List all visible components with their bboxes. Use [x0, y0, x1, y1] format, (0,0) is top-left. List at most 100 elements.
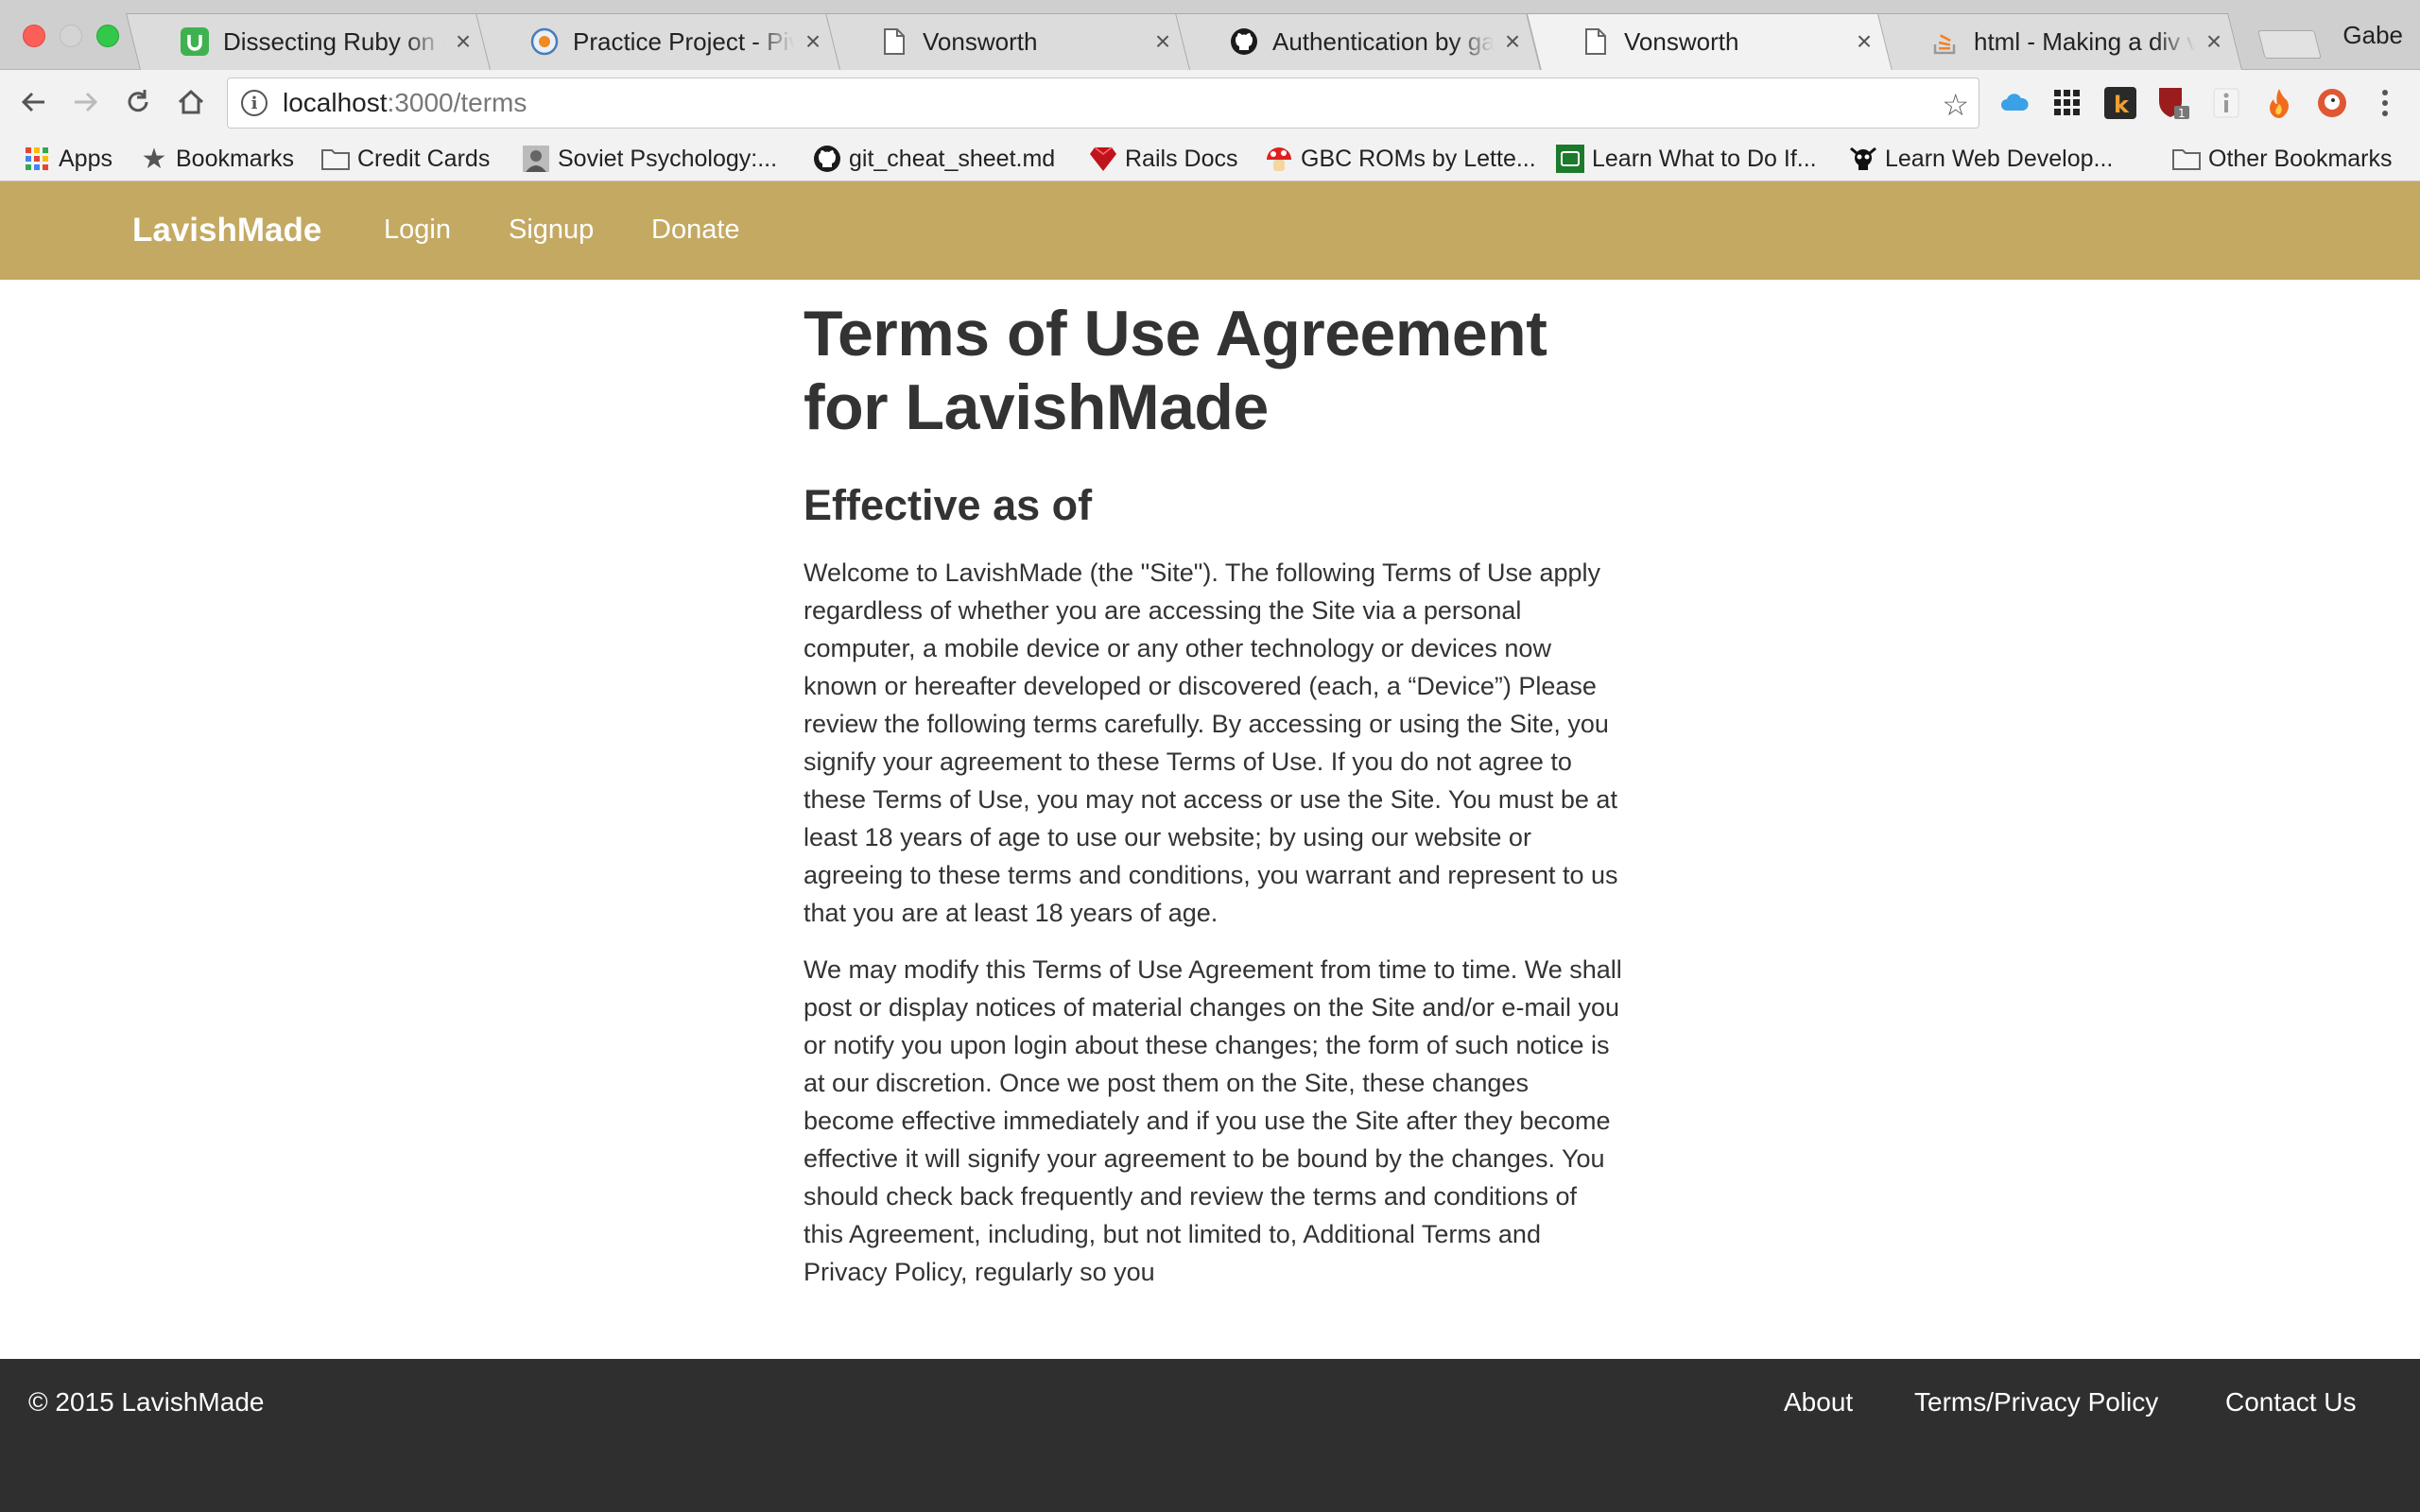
pivotal-icon — [529, 26, 560, 57]
new-tab-button[interactable] — [2257, 30, 2322, 59]
site-footer: © 2015 LavishMade About Terms/Privacy Po… — [0, 1359, 2420, 1512]
green-tile-icon — [1556, 145, 1584, 173]
github-icon — [1229, 26, 1259, 57]
shield-extension-icon[interactable]: 1 — [2155, 85, 2191, 121]
apps-grid-icon — [23, 145, 51, 173]
footer-about-link[interactable]: About — [1784, 1387, 1853, 1418]
nav-signup-link[interactable]: Signup — [509, 215, 594, 246]
tab-vonsworth[interactable]: Vonsworth × — [839, 13, 1191, 70]
forward-arrow-icon — [75, 92, 98, 112]
bookmark-star-icon[interactable]: ☆ — [1942, 87, 1969, 123]
close-tab-icon[interactable]: × — [800, 28, 826, 55]
extension-badge-count: 1 — [2178, 107, 2186, 120]
tab-authentication[interactable]: Authentication by gabe × — [1189, 13, 1541, 70]
bookmark-rails-docs[interactable]: Rails Docs — [1089, 140, 1237, 178]
url-host: localhost — [283, 88, 388, 117]
bookmark-learn-what-to-do[interactable]: Learn What to Do If... — [1556, 140, 1817, 178]
footer-contact-link[interactable]: Contact Us — [2225, 1387, 2357, 1418]
tab-vonsworth-active[interactable]: Vonsworth × — [1541, 13, 1893, 70]
tab-title: Vonsworth — [1624, 26, 1739, 56]
chrome-menu-icon[interactable] — [2367, 85, 2403, 121]
folder-icon — [2172, 145, 2201, 173]
bookmark-label: Apps — [59, 145, 112, 172]
duckduckgo-extension-icon[interactable] — [2314, 85, 2350, 121]
mushroom-icon — [1265, 145, 1293, 173]
tab-title: Authentication by gabe — [1272, 26, 1494, 56]
bookmark-label: git_cheat_sheet.md — [849, 145, 1056, 172]
bookmark-label: Credit Cards — [357, 145, 491, 172]
close-tab-icon[interactable]: × — [2201, 28, 2227, 55]
forward-button[interactable] — [64, 81, 106, 123]
reload-icon — [128, 90, 148, 112]
back-button[interactable] — [13, 81, 55, 123]
grid-extension-icon[interactable] — [2049, 85, 2085, 121]
home-icon — [178, 89, 204, 114]
profile-name[interactable]: Gabe — [2342, 21, 2403, 50]
bookmark-label: Rails Docs — [1125, 145, 1238, 172]
minimize-window-button[interactable] — [60, 25, 82, 47]
info-icon[interactable]: i — [241, 90, 268, 116]
nav-donate-link[interactable]: Donate — [651, 215, 740, 246]
ruby-icon — [1089, 145, 1117, 173]
close-tab-icon[interactable]: × — [1499, 28, 1526, 55]
footer-terms-link[interactable]: Terms/Privacy Policy — [1914, 1387, 2158, 1418]
terms-content: Terms of Use Agreement for LavishMade Ef… — [804, 297, 1622, 1291]
tab-title: html - Making a div vertically — [1974, 26, 2195, 56]
browser-toolbar: i localhost :3000/terms ☆ k 1 — [0, 70, 2420, 136]
stackoverflow-icon — [1930, 26, 1961, 57]
bookmark-apps[interactable]: Apps — [23, 140, 112, 178]
folder-icon — [321, 145, 350, 173]
nav-login-link[interactable]: Login — [384, 215, 451, 246]
terms-paragraph: Welcome to LavishMade (the "Site"). The … — [804, 558, 1618, 927]
tab-strip: Dissecting Ruby on Rails × Practice Proj… — [0, 0, 2420, 71]
home-button[interactable] — [170, 81, 212, 123]
portrait-icon — [522, 145, 550, 173]
bookmark-label: Learn What to Do If... — [1592, 145, 1817, 172]
tab-title: Practice Project - Pivotal — [573, 26, 794, 56]
skull-icon — [1849, 145, 1877, 173]
info-extension-icon[interactable] — [2208, 85, 2244, 121]
github-icon — [813, 145, 841, 173]
address-bar[interactable]: i localhost :3000/terms ☆ — [227, 77, 1979, 129]
tab-title: Vonsworth — [923, 26, 1038, 56]
bookmark-soviet-psychology[interactable]: Soviet Psychology:... — [522, 140, 777, 178]
bookmark-gbc-roms[interactable]: GBC ROMs by Lette... — [1265, 140, 1536, 178]
url-path: :3000/terms — [387, 88, 527, 117]
page-title: Terms of Use Agreement for LavishMade — [804, 298, 1547, 443]
tab-practice-project[interactable]: Practice Project - Pivotal × — [490, 13, 841, 70]
maximize-window-button[interactable] — [96, 25, 119, 47]
footer-copyright: © 2015 LavishMade — [28, 1387, 265, 1417]
bookmark-label: Bookmarks — [176, 145, 295, 172]
bookmark-label: Other Bookmarks — [2208, 145, 2393, 172]
bookmarks-bar: Apps ★ Bookmarks Credit Cards Soviet Psy… — [0, 136, 2420, 181]
page-icon — [879, 26, 909, 57]
tab-title: Dissecting Ruby on Rails — [223, 26, 444, 56]
reload-button[interactable] — [117, 81, 159, 123]
terms-paragraph: We may modify this Terms of Use Agreemen… — [804, 955, 1622, 1286]
close-tab-icon[interactable]: × — [1150, 28, 1176, 55]
back-arrow-icon — [21, 92, 44, 112]
tab-stackoverflow[interactable]: html - Making a div vertically × — [1891, 13, 2242, 70]
bookmark-label: Learn Web Develop... — [1885, 145, 2114, 172]
bookmark-other-bookmarks[interactable]: Other Bookmarks — [2172, 140, 2393, 178]
close-tab-icon[interactable]: × — [1851, 28, 1877, 55]
tab-dissecting-ruby[interactable]: Dissecting Ruby on Rails × — [140, 13, 492, 70]
bookmark-label: Soviet Psychology:... — [558, 145, 778, 172]
site-brand[interactable]: LavishMade — [132, 212, 321, 249]
bookmark-bookmarks[interactable]: ★ Bookmarks — [140, 140, 295, 178]
bookmark-credit-cards[interactable]: Credit Cards — [321, 140, 490, 178]
star-icon: ★ — [141, 143, 167, 175]
close-tab-icon[interactable]: × — [450, 28, 476, 55]
bookmark-git-cheat-sheet[interactable]: git_cheat_sheet.md — [813, 140, 1055, 178]
close-window-button[interactable] — [23, 25, 45, 47]
udemy-u-icon — [180, 26, 210, 57]
effective-date-heading: Effective as of — [804, 481, 1093, 529]
bookmark-label: GBC ROMs by Lette... — [1301, 145, 1536, 172]
page-icon — [1581, 26, 1611, 57]
site-navbar: LavishMade Login Signup Donate — [0, 181, 2420, 280]
svg-text:k: k — [2114, 92, 2130, 118]
k-extension-icon[interactable]: k — [2102, 85, 2138, 121]
bookmark-learn-web-develop[interactable]: Learn Web Develop... — [1849, 140, 2113, 178]
fire-extension-icon[interactable] — [2261, 85, 2297, 121]
cloud-extension-icon[interactable] — [1996, 85, 2032, 121]
